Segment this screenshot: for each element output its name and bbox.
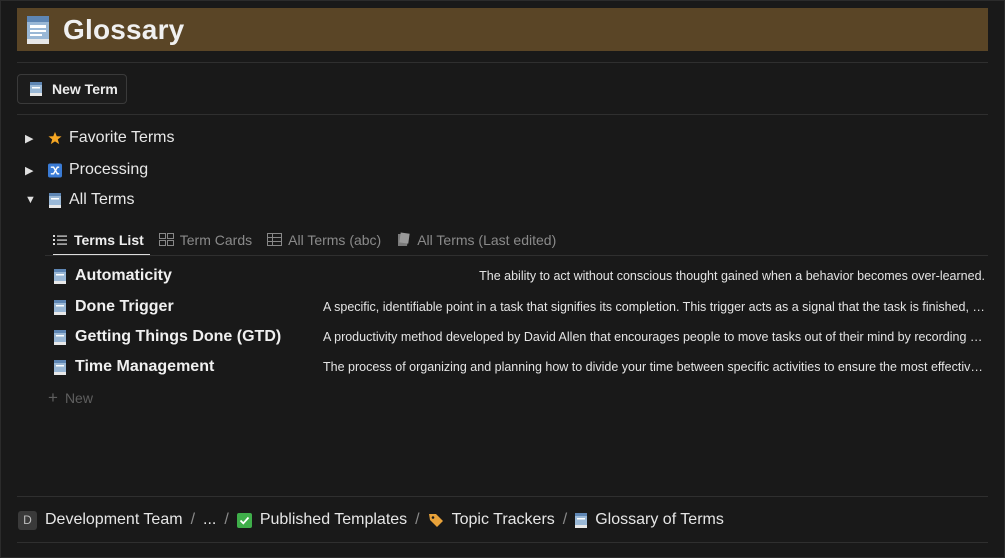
toggle-label: All Terms (69, 191, 135, 208)
toggle-label: Processing (69, 161, 149, 178)
breadcrumb-separator: / (415, 511, 420, 528)
breadcrumb-label: ... (203, 511, 217, 528)
glossary-book-icon (54, 359, 66, 375)
breadcrumb-label: Glossary of Terms (595, 511, 724, 528)
plus-icon: + (48, 388, 58, 407)
list-icon (53, 233, 68, 247)
tab-label: Term Cards (179, 231, 253, 248)
table-row[interactable]: Getting Things Done (GTD) A productivity… (45, 323, 985, 351)
tab-all-terms-last-edited[interactable]: All Terms (Last edited) (396, 224, 556, 255)
checkbox-icon (236, 512, 252, 528)
breadcrumb-development-team[interactable]: D Development Team (18, 510, 183, 530)
breadcrumb-separator: / (562, 511, 568, 528)
glossary-book-icon (48, 192, 62, 208)
breadcrumb-separator: / (224, 511, 229, 528)
tab-label: Terms List (74, 231, 144, 248)
breadcrumb-label: Topic Trackers (451, 511, 555, 528)
breadcrumb-ellipsis[interactable]: ... (203, 511, 216, 529)
glossary-book-icon (30, 82, 42, 96)
new-term-button[interactable]: New Term (17, 74, 127, 104)
breadcrumb-label: Development Team (45, 511, 183, 528)
shuffle-icon (48, 162, 62, 178)
term-description: The process of organizing and planning h… (323, 360, 985, 374)
workspace-badge-icon: D (18, 510, 37, 530)
view-tabs: Terms List Term Cards All Terms (abc) Al… (45, 224, 571, 256)
tabs-divider (45, 255, 988, 256)
star-icon (48, 130, 62, 146)
toggle-favorite-terms[interactable]: ▶ Favorite Terms (25, 126, 175, 150)
page-header: Glossary (17, 8, 988, 51)
tab-label: All Terms (abc) (288, 231, 382, 248)
table-icon (267, 233, 283, 247)
glossary-book-icon (54, 329, 66, 345)
glossary-book-icon (575, 512, 588, 528)
tab-terms-list[interactable]: Terms List (53, 224, 150, 256)
add-new-row-button[interactable]: + New (48, 388, 93, 408)
divider (17, 496, 988, 497)
triangle-right-icon: ▶ (25, 132, 34, 145)
glossary-book-icon (54, 268, 66, 284)
breadcrumb: D Development Team / ... / Published Tem… (18, 508, 724, 532)
breadcrumb-glossary-of-terms[interactable]: Glossary of Terms (575, 511, 724, 529)
term-description: A specific, identifiable point in a task… (323, 300, 985, 314)
table-row[interactable]: Time Management The process of organizin… (45, 353, 985, 381)
breadcrumb-topic-trackers[interactable]: Topic Trackers (428, 511, 555, 529)
breadcrumb-label: Published Templates (259, 511, 408, 528)
glossary-book-icon (54, 299, 66, 315)
term-name: Done Trigger (75, 298, 174, 315)
divider (17, 62, 988, 63)
tab-all-terms-abc[interactable]: All Terms (abc) (267, 224, 381, 255)
divider (17, 542, 988, 543)
tab-label: All Terms (Last edited) (417, 231, 557, 248)
triangle-right-icon: ▶ (25, 164, 34, 177)
toggle-label: Favorite Terms (69, 129, 175, 146)
page-title: Glossary (63, 13, 185, 45)
term-name: Time Management (75, 358, 215, 375)
breadcrumb-separator: / (190, 511, 196, 528)
book-stack-icon (396, 232, 411, 247)
tag-icon (428, 512, 444, 528)
term-description: The ability to act without conscious tho… (479, 269, 985, 283)
grid-icon (158, 233, 174, 247)
term-name: Automaticity (75, 267, 172, 284)
divider (17, 114, 988, 115)
toggle-all-terms[interactable]: ▼ All Terms (25, 188, 135, 212)
term-name: Getting Things Done (GTD) (75, 328, 282, 345)
toggle-processing[interactable]: ▶ Processing (25, 158, 148, 182)
triangle-down-icon: ▼ (25, 194, 36, 206)
glossary-book-icon (27, 15, 49, 44)
new-term-label: New Term (52, 81, 118, 97)
table-row[interactable]: Automaticity The ability to act without … (45, 262, 985, 290)
tab-term-cards[interactable]: Term Cards (158, 224, 253, 255)
breadcrumb-published-templates[interactable]: Published Templates (236, 511, 408, 529)
term-description: A productivity method developed by David… (323, 330, 985, 344)
new-row-label: New (64, 390, 93, 406)
table-row[interactable]: Done Trigger A specific, identifiable po… (45, 293, 985, 321)
